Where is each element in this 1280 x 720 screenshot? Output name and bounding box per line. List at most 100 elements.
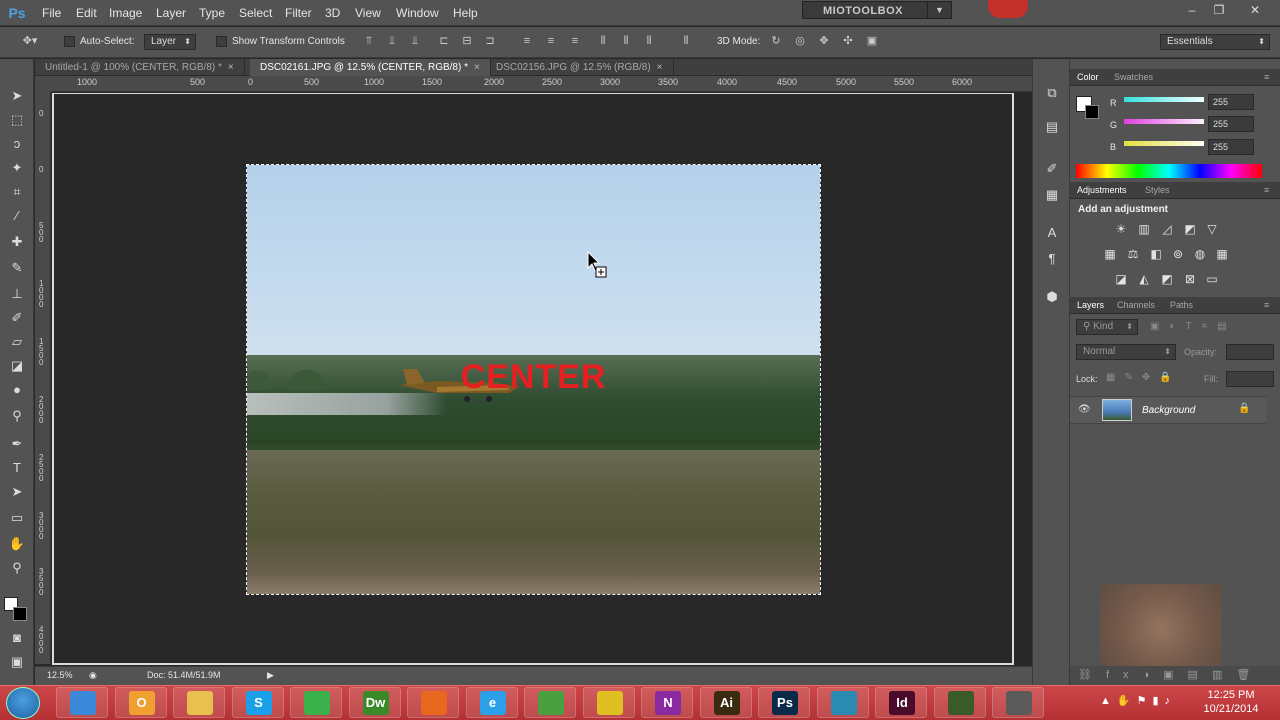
eraser-icon[interactable]: ▱	[6, 331, 28, 353]
brush-settings-icon[interactable]: ▦	[1041, 185, 1063, 205]
3d-panel-icon[interactable]: ⬢	[1041, 287, 1063, 307]
brush-preset-icon[interactable]: ✐	[1041, 159, 1063, 179]
menu-view[interactable]: View	[355, 6, 381, 20]
system-clock[interactable]: 12:25 PM 10/21/2014	[1196, 688, 1266, 716]
zoom-tool-icon[interactable]: ⚲	[6, 557, 28, 579]
center-text-layer[interactable]: CENTER	[247, 358, 820, 397]
distribute-right-icon[interactable]: ⦀	[643, 35, 655, 47]
marquee-tool-icon[interactable]: ⬚	[6, 109, 28, 131]
3d-pan-icon[interactable]: ✥	[818, 35, 830, 47]
zoom-level[interactable]: 12.5%	[47, 670, 73, 680]
paragraph-icon[interactable]: ¶	[1041, 249, 1063, 269]
exposure-icon[interactable]: ◩	[1182, 222, 1198, 236]
tab-dsc02156[interactable]: DSC02156.JPG @ 12.5% (RGB/8) ×	[486, 59, 674, 76]
layer-name[interactable]: Background	[1142, 405, 1195, 416]
panel-menu-icon[interactable]: ≡	[1264, 300, 1269, 310]
vibrance-icon[interactable]: ▽	[1204, 222, 1220, 236]
distribute-hcenter-icon[interactable]: ⦀	[620, 35, 632, 47]
distribute-left-icon[interactable]: ⦀	[597, 35, 609, 47]
dodge-tool-icon[interactable]: ⚲	[6, 405, 28, 427]
taskbar-app-photoshop[interactable]: Ps	[758, 687, 810, 718]
auto-select-checkbox[interactable]	[64, 36, 75, 47]
layers-footer-icons[interactable]: ⛓fx◑▣▤▥🗑	[1070, 666, 1280, 685]
fill-input[interactable]	[1226, 371, 1274, 387]
brightness-icon[interactable]: ☀	[1113, 222, 1129, 236]
taskbar-app-explorer[interactable]	[173, 687, 225, 718]
tab-untitled-1[interactable]: Untitled-1 @ 100% (CENTER, RGB/8) * ×	[35, 59, 245, 76]
record-icon[interactable]	[988, 0, 1028, 18]
auto-select-dropdown[interactable]: Layer ⬍	[144, 34, 196, 50]
align-bottom-icon[interactable]: ⫫	[409, 35, 421, 47]
workspace-select[interactable]: Essentials ⬍	[1160, 34, 1270, 50]
tab-styles[interactable]: Styles	[1145, 185, 1170, 195]
taskbar-app-ie-like[interactable]	[56, 687, 108, 718]
taskbar-app-illustrator[interactable]: Ai	[699, 687, 752, 718]
pen-tool-icon[interactable]: ✒	[6, 433, 28, 455]
taskbar-app-indesign[interactable]: Id	[875, 687, 927, 718]
levels-icon[interactable]: ▥	[1136, 222, 1152, 236]
invert-icon[interactable]: ◪	[1113, 272, 1129, 286]
color-balance-icon[interactable]: ⚖	[1125, 247, 1141, 261]
taskbar-app-tool-a[interactable]	[816, 687, 869, 718]
menu-3d[interactable]: 3D	[325, 6, 340, 20]
taskbar-app-tool-c[interactable]	[992, 687, 1044, 718]
background-color-swatch[interactable]	[1085, 105, 1099, 119]
selective-color-icon[interactable]: ⊠	[1182, 272, 1198, 286]
close-icon[interactable]: ×	[474, 62, 480, 73]
status-info-icon[interactable]: ◉	[89, 670, 97, 681]
curves-icon[interactable]: ◿	[1159, 222, 1175, 236]
close-icon[interactable]: ✕	[1244, 2, 1266, 18]
menu-type[interactable]: Type	[199, 6, 225, 20]
photo-filter-icon[interactable]: ⊚	[1170, 247, 1186, 261]
3d-rotate-icon[interactable]: ↻	[770, 35, 782, 47]
eyedropper-icon[interactable]: ⁄	[6, 205, 28, 227]
taskbar-app-dreamweaver[interactable]: Dw	[348, 687, 401, 718]
taskbar-app-firefox[interactable]	[407, 687, 459, 718]
taskbar-app-visual-studio[interactable]	[290, 687, 342, 718]
posterize-icon[interactable]: ◭	[1136, 272, 1152, 286]
blend-mode-select[interactable]: Normal ⬍	[1076, 344, 1176, 360]
taskbar-app-chrome[interactable]	[582, 687, 635, 718]
hue-saturation-icon[interactable]: ▦	[1102, 247, 1118, 261]
menu-help[interactable]: Help	[453, 6, 478, 20]
opacity-input[interactable]	[1226, 344, 1274, 360]
screen-mode-icon[interactable]: ▣	[6, 651, 28, 673]
move-tool-icon[interactable]: ✥▾	[20, 35, 40, 47]
rectangle-tool-icon[interactable]: ▭	[6, 507, 28, 529]
tab-layers[interactable]: Layers	[1077, 300, 1104, 310]
lasso-tool-icon[interactable]: ↄ	[6, 133, 28, 155]
show-transform-checkbox[interactable]	[216, 36, 227, 47]
3d-roll-icon[interactable]: ◎	[794, 35, 806, 47]
path-selection-icon[interactable]: ➤	[6, 481, 28, 503]
quick-mask-icon[interactable]: ◙	[6, 627, 28, 649]
properties-icon[interactable]: ▤	[1041, 117, 1063, 137]
taskbar-app-outlook[interactable]: O	[114, 687, 167, 718]
blur-tool-icon[interactable]: ●	[6, 379, 28, 401]
menu-edit[interactable]: Edit	[76, 6, 97, 20]
tab-dsc02161[interactable]: DSC02161.JPG @ 12.5% (CENTER, RGB/8) * ×	[250, 59, 491, 76]
tab-paths[interactable]: Paths	[1170, 300, 1193, 310]
eye-icon[interactable]: 👁	[1078, 404, 1091, 415]
threshold-icon[interactable]: ◩	[1159, 272, 1175, 286]
system-tray-icons[interactable]: ▲✋⚑▮♪	[1100, 694, 1176, 707]
tab-swatches[interactable]: Swatches	[1114, 72, 1153, 82]
distribute-top-icon[interactable]: ≡	[521, 35, 533, 47]
blue-slider[interactable]	[1124, 141, 1204, 146]
layer-filter-icons[interactable]: ▣◐T⌗▤	[1150, 321, 1237, 332]
tab-channels[interactable]: Channels	[1117, 300, 1155, 310]
crop-tool-icon[interactable]: ⌗	[6, 181, 28, 203]
status-menu-arrow-icon[interactable]: ▶	[267, 670, 274, 681]
color-spectrum-ramp[interactable]	[1076, 164, 1262, 178]
move-tool-icon[interactable]: ➤	[6, 85, 28, 107]
red-slider[interactable]	[1124, 97, 1204, 102]
distribute-bottom-icon[interactable]: ≡	[569, 35, 581, 47]
tab-color[interactable]: Color	[1077, 72, 1099, 82]
blue-value-input[interactable]: 255	[1208, 139, 1254, 155]
tab-adjustments[interactable]: Adjustments	[1077, 185, 1127, 195]
history-brush-icon[interactable]: ✐	[6, 307, 28, 329]
history-icon[interactable]: ⧉	[1041, 83, 1063, 103]
taskbar-app-skype[interactable]: S	[231, 687, 284, 718]
panel-menu-icon[interactable]: ≡	[1264, 185, 1269, 195]
menu-filter[interactable]: Filter	[285, 6, 312, 20]
taskbar-app-project[interactable]	[524, 687, 576, 718]
